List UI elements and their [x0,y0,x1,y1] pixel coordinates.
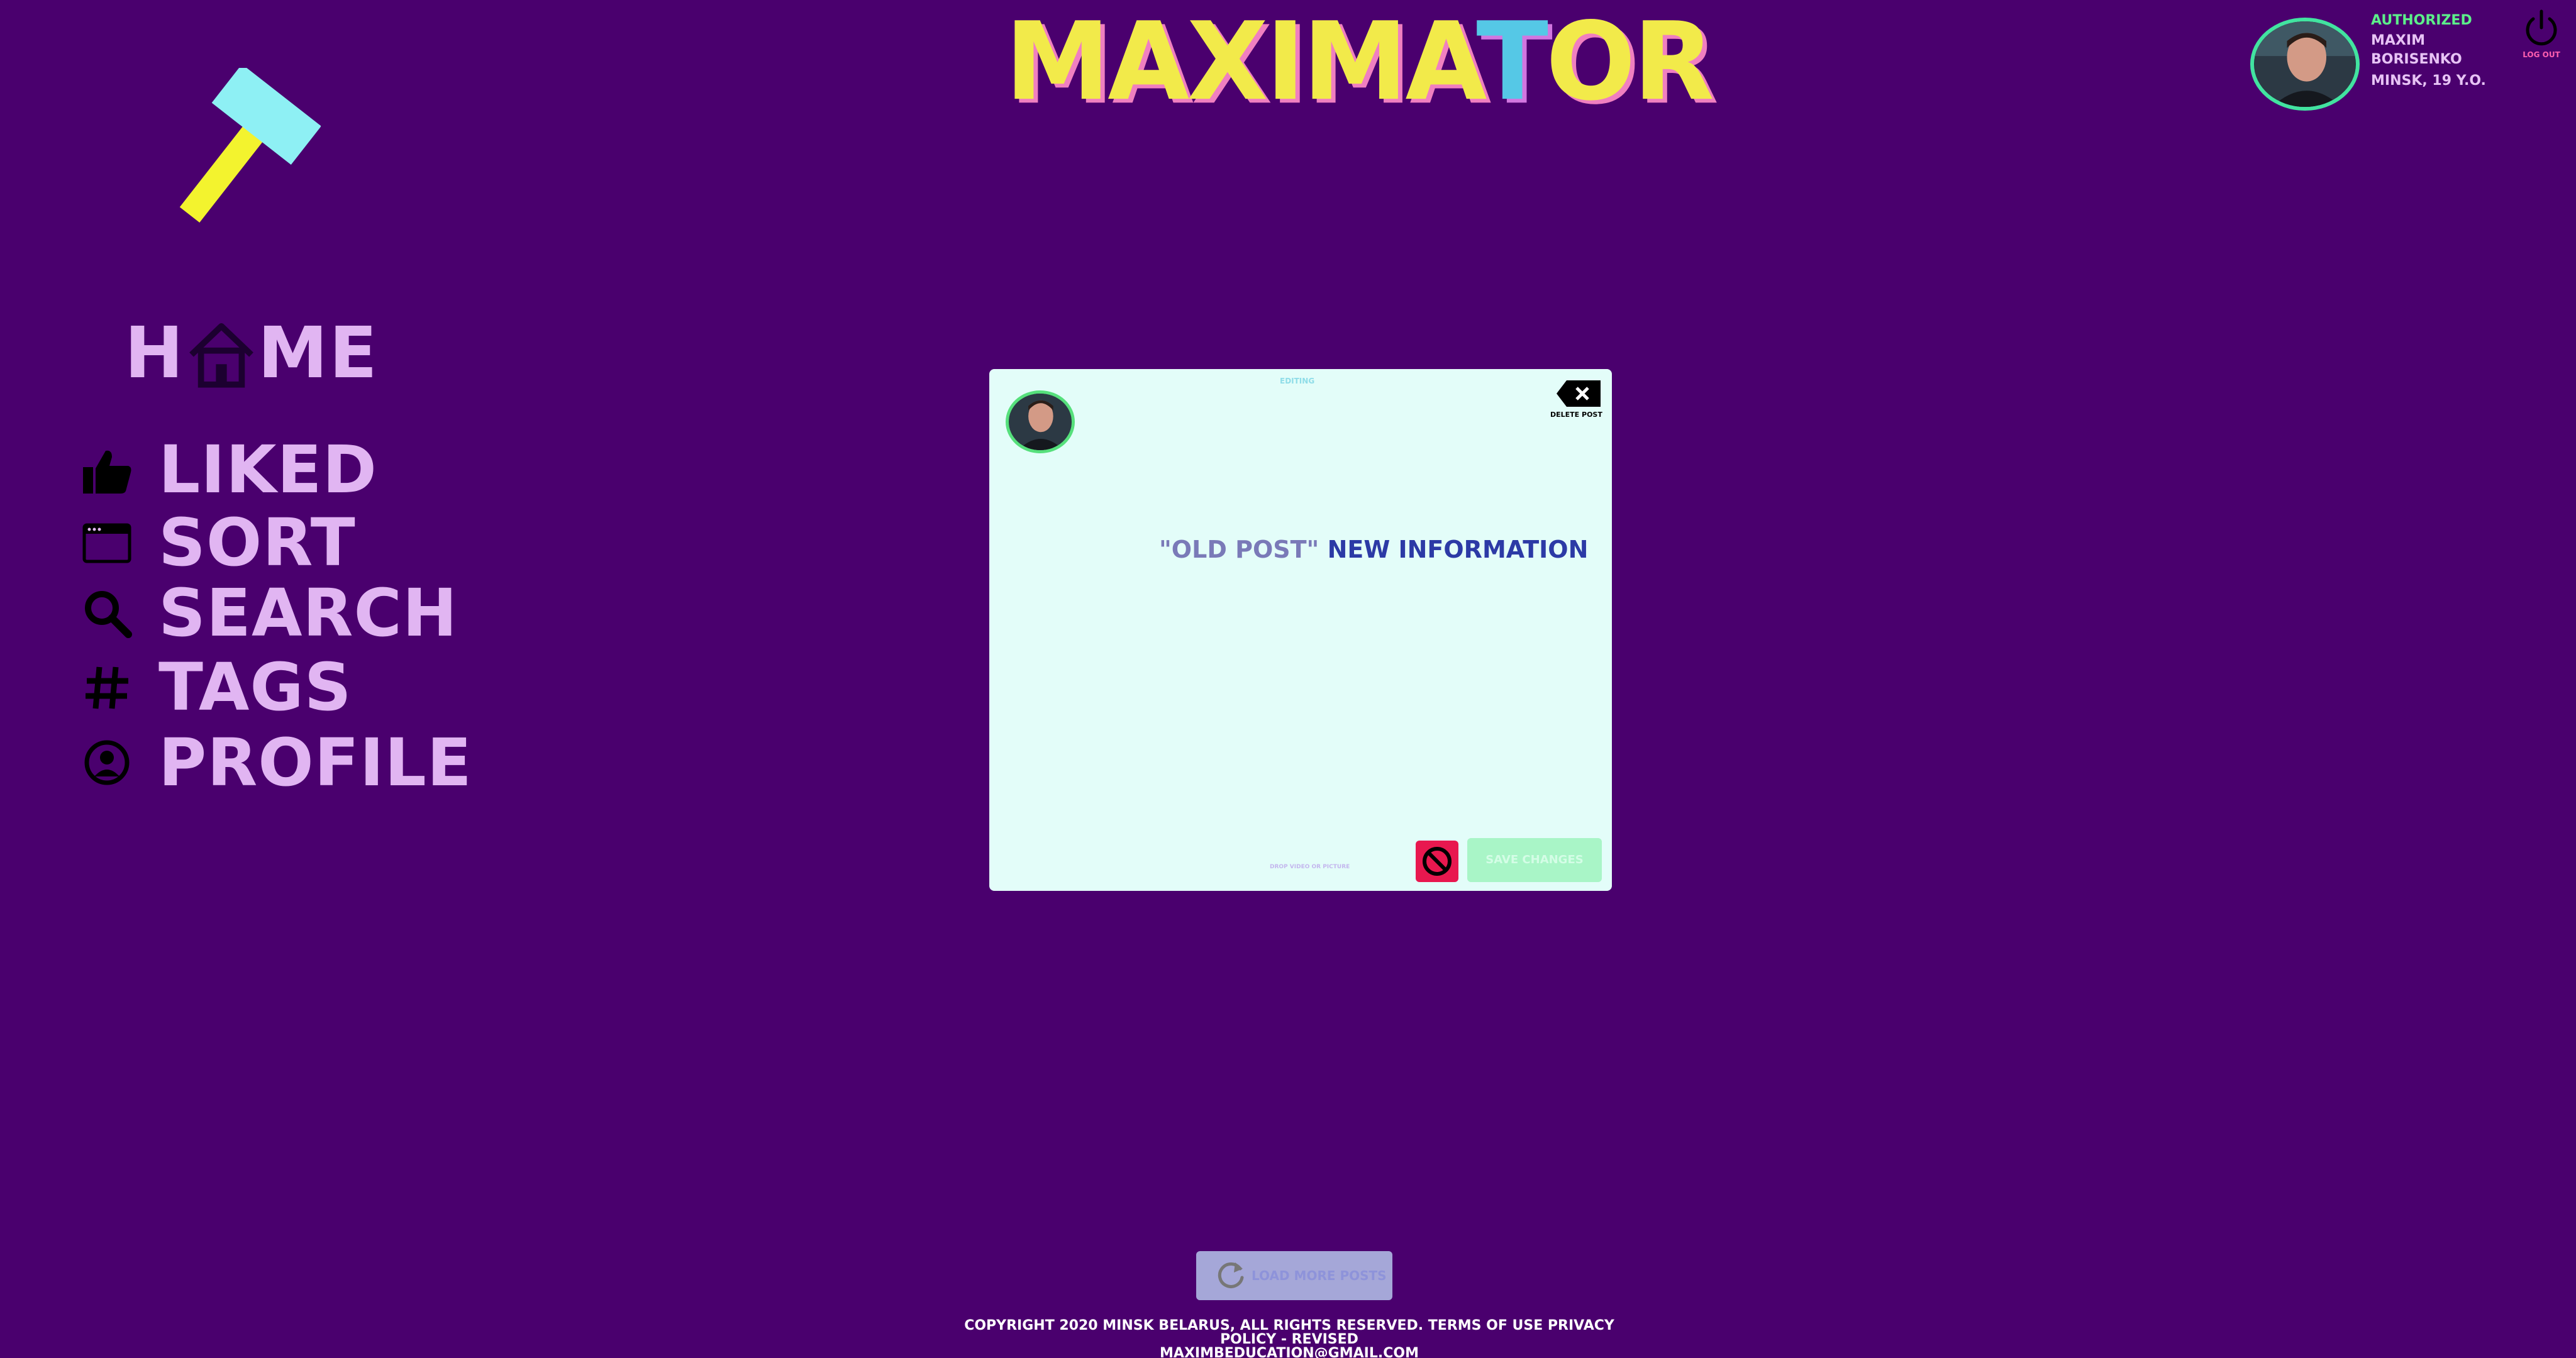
delete-post-button[interactable] [1555,378,1602,409]
nav-sort[interactable]: SORT [80,508,356,577]
nav-sort-label: SORT [158,504,356,581]
user-circle-icon [84,740,130,785]
thumbs-up-icon [83,450,131,494]
nav-search-label: SEARCH [158,575,458,651]
post-author-avatar [1006,390,1075,453]
user-location: MINSK, 19 Y.O. [2371,73,2486,89]
load-more-label: LOAD MORE POSTS [1252,1268,1387,1283]
footer: COPYRIGHT 2020 MINSK BELARUS, ALL RIGHTS… [943,1319,1635,1358]
search-icon [85,591,132,638]
refresh-icon [1218,1262,1244,1288]
avatar-portrait-icon [1009,394,1072,450]
drop-media-zone[interactable]: DROP VIDEO OR PICTURE [1270,864,1350,870]
logo-text-t: T [1476,0,1548,124]
load-more-button[interactable]: LOAD MORE POSTS [1196,1251,1392,1300]
nav-search[interactable]: SEARCH [80,578,458,648]
new-post-text: NEW INFORMATION [1327,536,1589,563]
nav-liked[interactable]: LIKED [80,435,377,504]
user-name-first: MAXIM [2371,33,2425,48]
logo-text-b: OR [1546,0,1714,124]
footer-email[interactable]: MAXIMBEDUCATION@GMAIL.COM [943,1347,1635,1358]
power-icon [2526,9,2557,46]
editing-label: EDITING [1280,377,1315,385]
cancel-button[interactable] [1416,841,1458,882]
user-info: AUTHORIZED MAXIM BORISENKO MINSK, 19 Y.O… [2371,13,2497,89]
user-avatar[interactable] [2250,18,2360,111]
nav-home-h: H [125,312,185,394]
hashtag-icon [86,666,128,709]
nav-liked-label: LIKED [158,431,377,508]
logout-label: LOG OUT [2523,50,2560,59]
nav-home[interactable]: H ME [125,316,379,391]
nav-tags-label: TAGS [158,649,352,726]
delete-post-label: DELETE POST [1550,411,1602,419]
avatar-portrait-icon [2255,21,2355,107]
house-icon [189,323,253,388]
app-logo[interactable]: MAXIMATOR [1005,8,1714,115]
prohibited-icon [1423,847,1452,876]
nav-home-me: ME [257,312,379,394]
user-name-last: BORISENKO [2371,52,2462,67]
nav-profile[interactable]: PROFILE [80,728,472,797]
save-changes-button[interactable]: SAVE CHANGES [1467,838,1602,882]
window-icon [82,523,131,563]
old-post-text: "OLD POST" [1159,536,1319,563]
nav-tags[interactable]: TAGS [80,653,352,722]
post-content[interactable]: "OLD POST" NEW INFORMATION [1159,534,1588,565]
logout-button[interactable]: LOG OUT [2518,9,2565,59]
nav-profile-label: PROFILE [158,724,472,801]
auth-status: AUTHORIZED [2371,13,2472,28]
edit-post-modal: EDITING DELETE POST "OLD POST" NEW INFOR… [989,369,1612,891]
footer-copyright: COPYRIGHT 2020 MINSK BELARUS, ALL RIGHTS… [964,1318,1614,1347]
hammer-icon [179,68,321,223]
logo-text-a: MAXIMA [1005,0,1479,124]
